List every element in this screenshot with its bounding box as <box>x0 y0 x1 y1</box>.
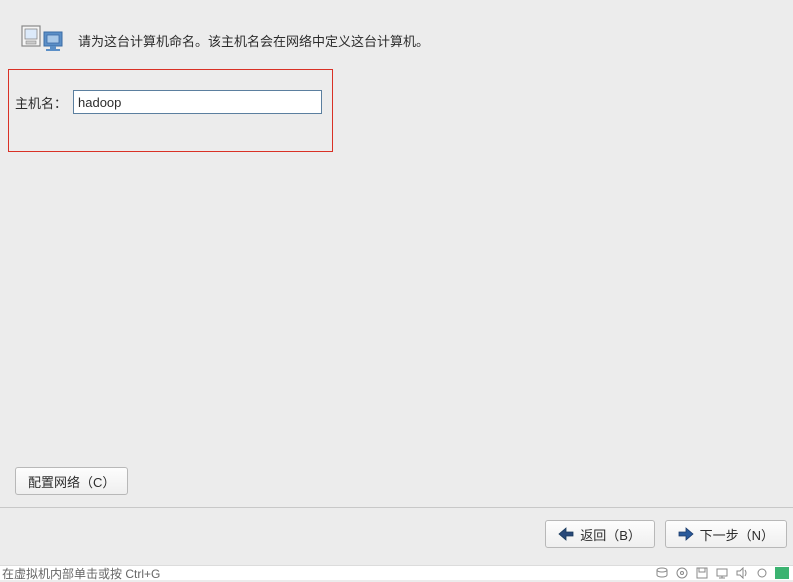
header-section: 请为这台计算机命名。该主机名会在网络中定义这台计算机。 <box>0 0 793 56</box>
network-icon <box>715 567 729 579</box>
status-square-icon <box>775 567 789 579</box>
footer-icons <box>655 567 789 579</box>
next-button-label: 下一步（N） <box>700 525 774 544</box>
bottom-button-bar: 返回（B） 下一步（N） <box>545 520 787 548</box>
arrow-left-icon <box>558 527 574 541</box>
back-button-label: 返回（B） <box>580 525 641 544</box>
disk-icon <box>655 567 669 579</box>
hostname-label: 主机名： <box>15 93 67 112</box>
separator-line <box>0 507 793 508</box>
hostname-input[interactable] <box>73 90 322 114</box>
configure-network-button[interactable]: 配置网络（C） <box>15 467 128 495</box>
floppy-icon <box>695 567 709 579</box>
record-icon <box>755 567 769 579</box>
hostname-row: 主机名： <box>15 90 322 114</box>
sound-icon <box>735 567 749 579</box>
footer-bar: 在虚拟机内部单击或按 Ctrl+G <box>0 565 793 580</box>
arrow-right-icon <box>678 527 694 541</box>
cd-icon <box>675 567 689 579</box>
back-button[interactable]: 返回（B） <box>545 520 655 548</box>
instruction-text: 请为这台计算机命名。该主机名会在网络中定义这台计算机。 <box>78 31 429 50</box>
computers-icon <box>20 24 68 56</box>
hostname-form-box: 主机名： <box>8 69 333 152</box>
next-button[interactable]: 下一步（N） <box>665 520 787 548</box>
footer-hint-text: 在虚拟机内部单击或按 Ctrl+G <box>2 565 160 582</box>
